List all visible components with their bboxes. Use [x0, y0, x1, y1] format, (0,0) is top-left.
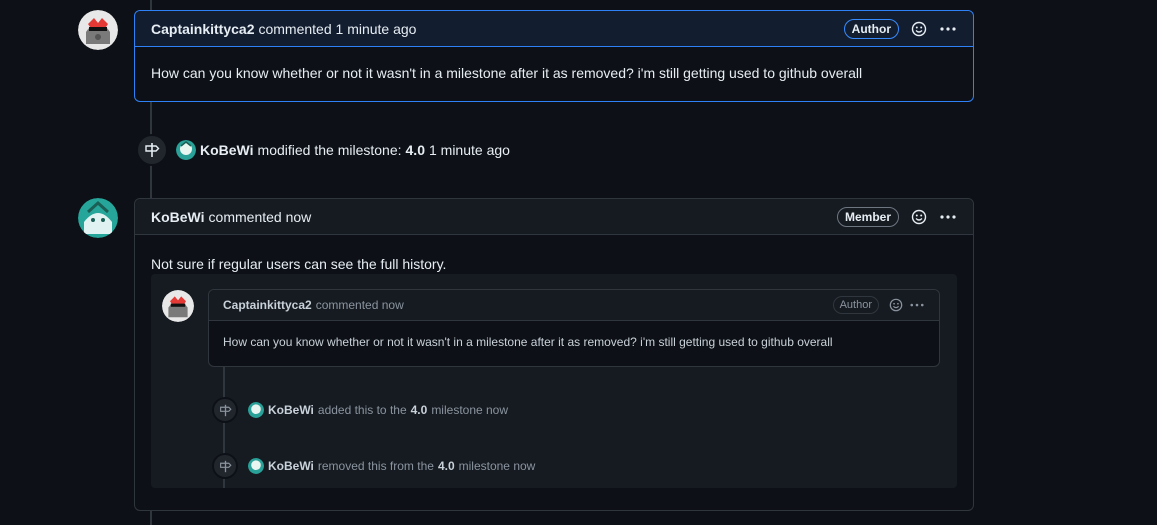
event-text: modified the milestone: — [257, 142, 402, 158]
author-badge: Author — [843, 18, 899, 39]
comment-header: KoBeWi commented now Member — [135, 199, 973, 235]
event-text: removed this from the — [317, 459, 434, 473]
nested-author-badge: Author — [832, 296, 879, 314]
avatar-kobewi-small[interactable] — [176, 140, 196, 160]
avatar-captainkittyca2-nested — [162, 290, 194, 322]
event-milestone: 4.0 — [410, 403, 428, 417]
nested-comment: Captainkittyca2 commented now Author How… — [208, 289, 940, 367]
smiley-icon — [889, 298, 903, 312]
member-badge: Member — [836, 206, 899, 227]
kebab-horizontal-icon[interactable] — [939, 209, 957, 225]
nested-comment-body: How can you know whether or not it wasn'… — [223, 335, 833, 349]
milestone-icon — [136, 134, 168, 166]
event-suffix: milestone now — [431, 403, 509, 417]
avatar-kobewi-small — [248, 402, 264, 418]
avatar-kobewi-small — [248, 458, 264, 474]
kebab-horizontal-icon — [909, 298, 925, 312]
event-user: KoBeWi — [268, 403, 314, 417]
nested-event-added: KoBeWi added this to the 4.0 milestone n… — [212, 397, 508, 423]
milestone-icon — [212, 453, 238, 479]
event-user[interactable]: KoBeWi — [200, 142, 254, 158]
comment-timestamp[interactable]: commented now — [209, 209, 312, 225]
smiley-icon[interactable] — [911, 209, 927, 225]
avatar-captainkittyca2[interactable] — [78, 10, 118, 50]
kebab-horizontal-icon[interactable] — [939, 21, 957, 37]
comment-author[interactable]: Captainkittyca2 — [151, 21, 254, 37]
event-time[interactable]: 1 minute ago — [429, 142, 510, 158]
event-text: added this to the — [317, 403, 407, 417]
milestone-icon — [212, 397, 238, 423]
comment-timestamp[interactable]: commented 1 minute ago — [258, 21, 416, 37]
event-user: KoBeWi — [268, 459, 314, 473]
nested-event-removed: KoBeWi removed this from the 4.0 milesto… — [212, 453, 535, 479]
avatar-kobewi[interactable] — [78, 198, 118, 238]
comment-header: Captainkittyca2 commented 1 minute ago A… — [135, 11, 973, 47]
milestone-event: KoBeWi modified the milestone: 4.0 1 min… — [136, 134, 510, 166]
nested-comment-time: commented now — [315, 298, 404, 312]
comment-captainkittyca2: Captainkittyca2 commented 1 minute ago A… — [134, 10, 974, 102]
comment-author[interactable]: KoBeWi — [151, 209, 205, 225]
comment-body: How can you know whether or not it wasn'… — [151, 65, 863, 81]
smiley-icon[interactable] — [911, 21, 927, 37]
milestone-link[interactable]: 4.0 — [406, 142, 425, 158]
nested-comment-author: Captainkittyca2 — [223, 298, 312, 312]
event-suffix: milestone now — [458, 459, 536, 473]
event-milestone: 4.0 — [437, 459, 455, 473]
nested-comment-header: Captainkittyca2 commented now Author — [209, 290, 939, 321]
